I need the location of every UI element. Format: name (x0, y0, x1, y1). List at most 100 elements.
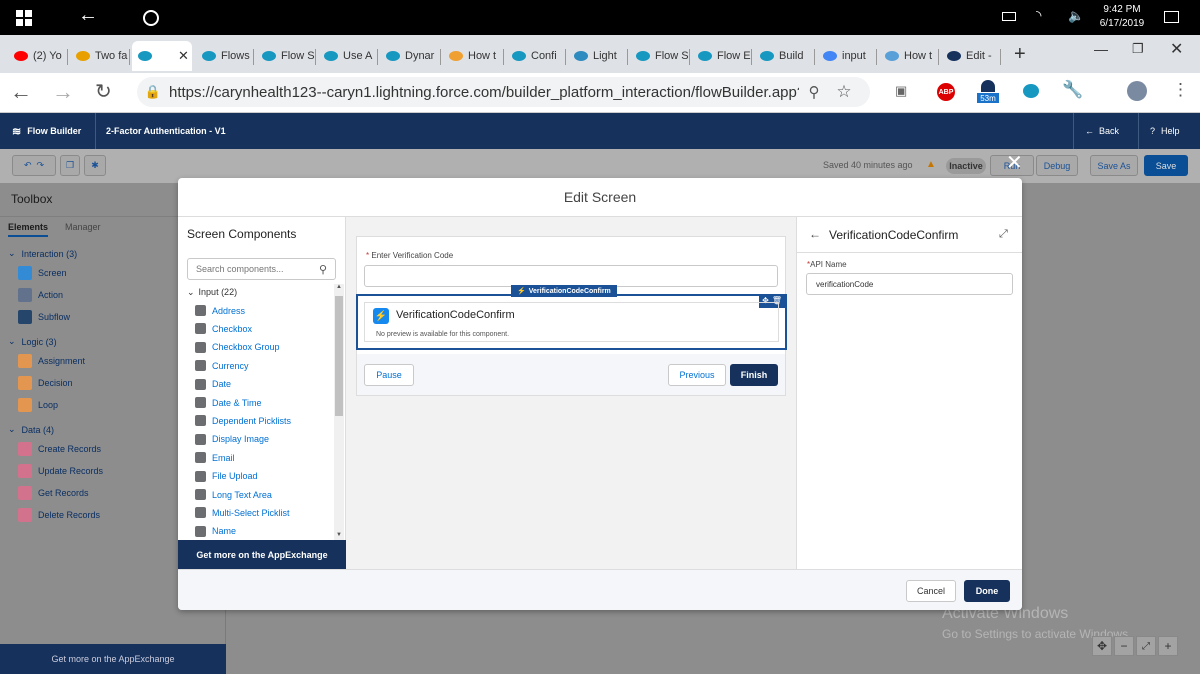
camera-extension-icon[interactable]: ▣ (895, 83, 907, 99)
browser-forward-icon[interactable]: → (52, 79, 74, 105)
toolbox-group-header[interactable]: ⌄ Data (4) (8, 424, 54, 435)
copy-button[interactable]: ❐ (60, 155, 80, 176)
settings-button[interactable]: ✱ (84, 155, 106, 176)
input-group-header[interactable]: ⌄ Input (22) (187, 287, 237, 298)
previous-button[interactable]: Previous (668, 364, 726, 386)
salesforce-extension-icon[interactable] (1023, 84, 1039, 98)
components-appexchange-link[interactable]: Get more on the AppExchange (178, 540, 346, 569)
screen-component-item[interactable]: Email (195, 452, 235, 464)
expand-icon[interactable]: ⤢ (999, 228, 1008, 241)
tab-elements[interactable]: Elements (8, 222, 49, 237)
finish-button[interactable]: Finish (730, 364, 778, 386)
bookmark-star-icon[interactable]: ☆ (829, 82, 859, 102)
browser-tab[interactable]: Flow S (256, 41, 316, 71)
browser-tab[interactable]: (2) Yo (8, 41, 68, 71)
close-tab-icon[interactable]: ✕ (178, 48, 189, 64)
taskbar-back-icon[interactable]: ← (78, 4, 98, 27)
profile-avatar[interactable] (1127, 81, 1147, 101)
browser-tab[interactable]: input (817, 41, 877, 71)
back-button[interactable]: ← Back (1085, 113, 1119, 149)
wrench-icon[interactable]: 🔧 (1062, 80, 1083, 100)
cortana-icon[interactable] (142, 9, 160, 27)
toolbox-appexchange-link[interactable]: Get more on the AppExchange (0, 644, 226, 674)
screen-component-item[interactable]: Date (195, 378, 231, 390)
flow-builder-app[interactable]: ≋ Flow Builder (12, 113, 81, 149)
done-button[interactable]: Done (964, 580, 1010, 602)
close-window-icon[interactable]: ✕ (1170, 39, 1183, 59)
windows-start-icon[interactable] (16, 10, 32, 26)
browser-tab[interactable]: ✕ (132, 41, 192, 71)
browser-tab[interactable]: Confi (506, 41, 566, 71)
fit-icon[interactable]: ⤢ (1136, 636, 1156, 656)
browser-tab[interactable]: Build (754, 41, 815, 71)
new-tab-icon[interactable]: + (1014, 43, 1026, 66)
screen-component-item[interactable]: Name (195, 525, 236, 537)
screen-component-item[interactable]: Currency (195, 360, 249, 372)
toolbox-element[interactable]: Get Records (18, 486, 89, 500)
toolbox-element[interactable]: Decision (18, 376, 73, 390)
screen-component-item[interactable]: Checkbox (195, 323, 252, 335)
toolbox-element[interactable]: Subflow (18, 310, 70, 324)
adblock-icon[interactable]: ABP (937, 83, 955, 101)
redo-icon[interactable]: ↷ (37, 160, 45, 171)
debug-button[interactable]: Debug (1036, 155, 1078, 176)
zoom-icon[interactable]: ⚲ (799, 83, 829, 101)
browser-tab[interactable]: Flows (196, 41, 254, 71)
browser-back-icon[interactable]: ← (10, 79, 32, 105)
api-name-input[interactable]: verificationCode (806, 273, 1013, 295)
save-button[interactable]: Save (1144, 155, 1188, 176)
undo-redo-group[interactable]: ↶ ↷ (12, 155, 56, 176)
verification-code-input[interactable] (364, 265, 778, 287)
browser-tab[interactable]: Light (568, 41, 628, 71)
screen-component-item[interactable]: Date & Time (195, 397, 262, 408)
url-bar[interactable]: 🔒 https://carynhealth123--caryn1.lightni… (137, 77, 870, 107)
modal-close-icon[interactable]: ✕ (1006, 150, 1023, 175)
scroll-down-icon[interactable]: ▼ (336, 532, 342, 538)
screen-component-item[interactable]: Multi-Select Picklist (195, 507, 290, 519)
notifications-icon[interactable] (1164, 11, 1179, 23)
screen-component-item[interactable]: Address (195, 305, 245, 316)
toolbox-element[interactable]: Assignment (18, 354, 85, 368)
properties-back-icon[interactable]: ← (809, 227, 821, 241)
tab-manager[interactable]: Manager (65, 222, 101, 232)
toolbox-element[interactable]: Action (18, 288, 63, 302)
undo-icon[interactable]: ↶ (24, 160, 32, 171)
toolbox-group-header[interactable]: ⌄ Logic (3) (8, 336, 57, 347)
toolbox-element[interactable]: Delete Records (18, 508, 100, 522)
minimize-icon[interactable]: — (1094, 41, 1108, 57)
pan-icon[interactable]: ✥ (1092, 636, 1112, 656)
zoom-out-icon[interactable]: − (1114, 636, 1134, 656)
browser-tab[interactable]: Use A (318, 41, 378, 71)
selected-component[interactable]: ⚡ VerificationCodeConfirm ✥ 🗑 ⚡ Verificati… (356, 285, 787, 350)
pause-button[interactable]: Pause (364, 364, 414, 386)
toolbox-element[interactable]: Create Records (18, 442, 101, 456)
toolbox-element[interactable]: Update Records (18, 464, 103, 478)
battery-icon[interactable] (1002, 12, 1016, 21)
browser-tab[interactable]: Dynar (380, 41, 441, 71)
browser-tab[interactable]: How t (443, 41, 504, 71)
browser-menu-icon[interactable]: ⋮ (1172, 80, 1189, 100)
components-scrollbar[interactable]: ▲ ▼ (334, 284, 344, 540)
browser-tab[interactable]: Flow S (630, 41, 690, 71)
restore-icon[interactable]: ❐ (1132, 41, 1144, 57)
volume-icon[interactable]: 🔈 (1068, 8, 1084, 24)
scroll-up-icon[interactable]: ▲ (336, 284, 342, 290)
browser-tab[interactable]: Two fa (70, 41, 130, 71)
cancel-button[interactable]: Cancel (906, 580, 956, 602)
toolbox-group-header[interactable]: ⌄ Interaction (3) (8, 248, 77, 259)
toolbox-element[interactable]: Loop (18, 398, 58, 412)
screen-component-item[interactable]: Display Image (195, 433, 269, 445)
wifi-icon[interactable]: ◝ (1036, 7, 1041, 24)
save-as-button[interactable]: Save As (1090, 155, 1138, 176)
component-search-input[interactable]: Search components... ⚲ (187, 258, 336, 280)
zoom-in-icon[interactable]: + (1158, 636, 1178, 656)
toolbox-element[interactable]: Screen (18, 266, 67, 280)
browser-tab[interactable]: How t (879, 41, 939, 71)
screen-component-item[interactable]: Long Text Area (195, 489, 272, 500)
help-button[interactable]: ? Help (1150, 113, 1180, 149)
reload-icon[interactable]: ↻ (95, 79, 112, 104)
screen-component-item[interactable]: Dependent Picklists (195, 415, 291, 427)
screen-component-item[interactable]: File Upload (195, 470, 258, 482)
screen-component-item[interactable]: Checkbox Group (195, 341, 280, 353)
browser-tab[interactable]: Flow E (692, 41, 752, 71)
